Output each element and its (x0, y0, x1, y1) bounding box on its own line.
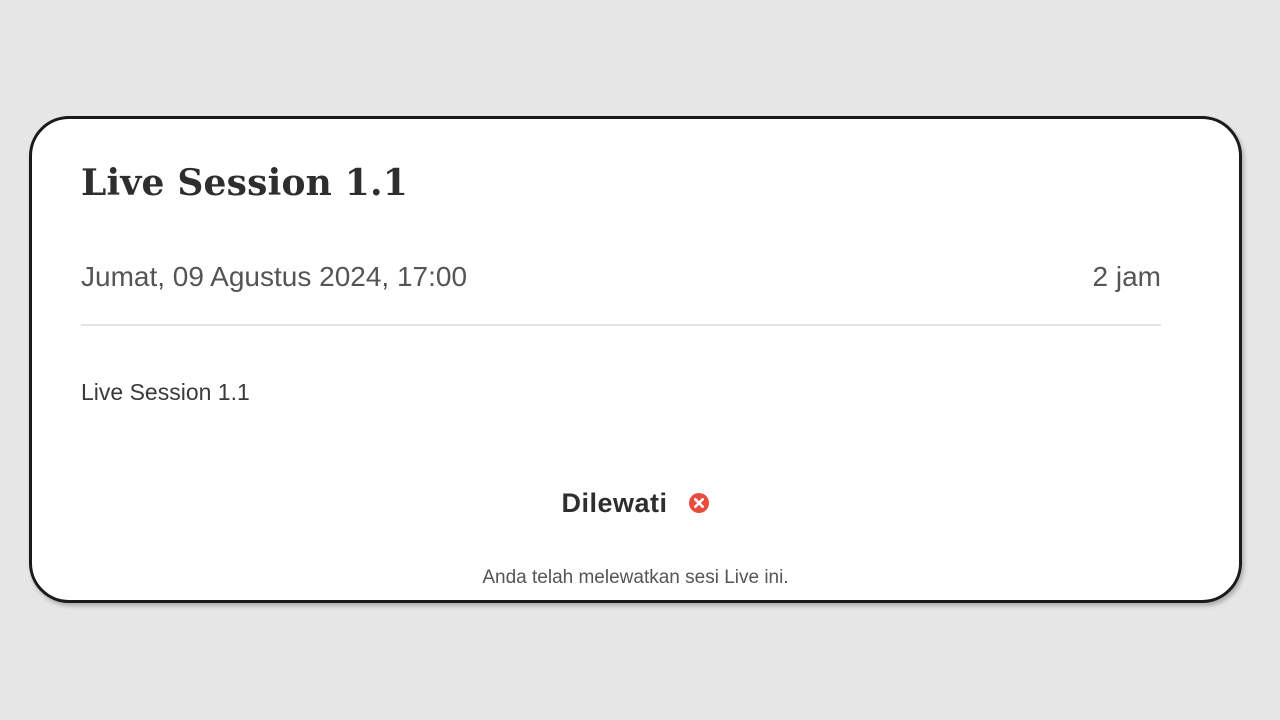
session-card: Live Session 1.1 Jumat, 09 Agustus 2024,… (29, 116, 1242, 603)
session-description: Live Session 1.1 (81, 379, 250, 405)
divider (81, 324, 1161, 326)
session-title: Live Session 1.1 (81, 162, 409, 204)
status-note: Anda telah melewatkan sesi Live ini. (482, 567, 789, 588)
session-duration: 2 jam (1092, 261, 1161, 292)
status-row: Dilewati (32, 483, 1239, 523)
schedule-row: Jumat, 09 Agustus 2024, 17:00 2 jam (81, 257, 1161, 297)
x-circle-icon (688, 492, 710, 514)
session-datetime: Jumat, 09 Agustus 2024, 17:00 (81, 261, 468, 292)
status-label: Dilewati (561, 487, 668, 518)
